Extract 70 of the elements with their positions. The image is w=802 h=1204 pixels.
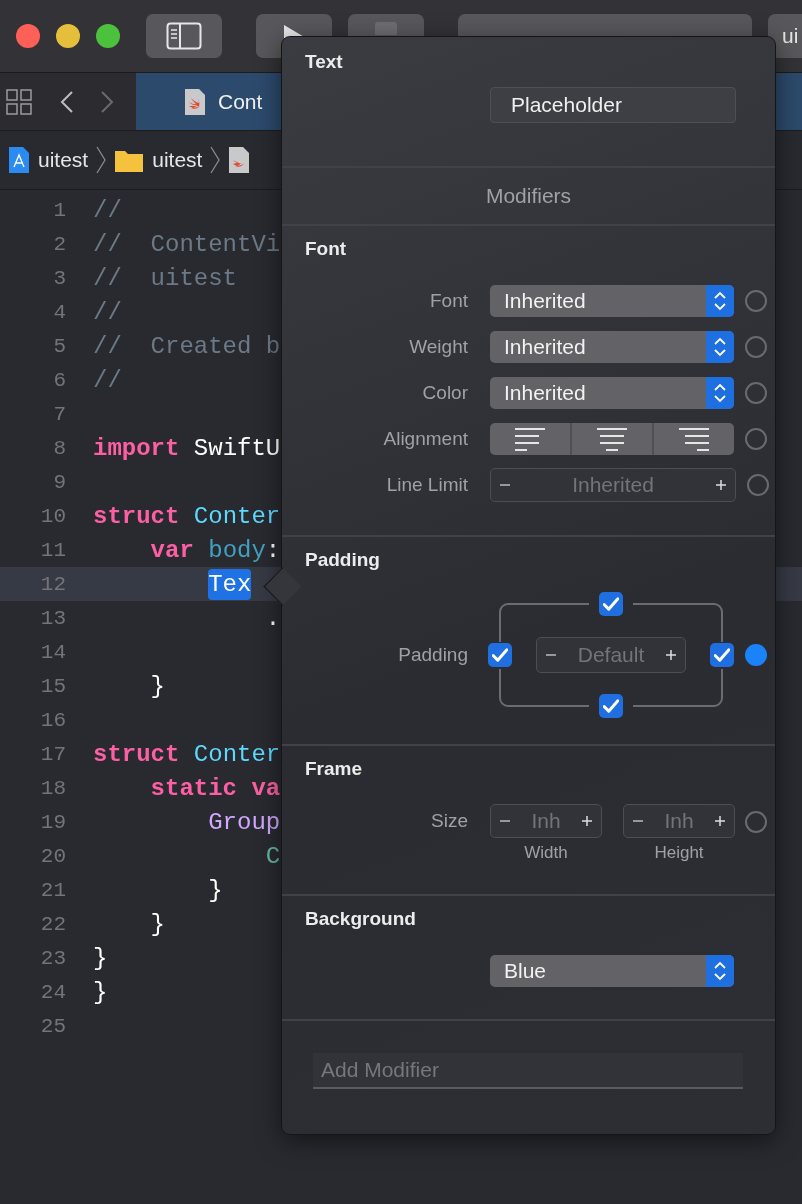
field-label: Font [429,290,468,311]
field-label: Size [431,810,468,831]
line-number: 5 [52,334,66,358]
code-keyword: va [251,774,281,802]
line-number: 24 [39,980,66,1004]
code-keyword: struct [93,502,180,530]
line-number: 25 [39,1014,66,1038]
line-number: 3 [52,266,66,290]
line-number: 15 [39,674,66,698]
code-type-name: Conter [193,740,281,768]
code-text: } [208,876,223,904]
line-number: 19 [39,810,66,834]
code-text: SwiftU [193,434,281,462]
code-comment: // [93,298,122,326]
line-number: 10 [39,504,66,528]
stepper-value: Inherited [571,473,655,497]
line-number: 7 [52,402,66,426]
code-comment: // ContentVi [93,230,281,258]
code-keyword: import [93,434,180,462]
line-number: 22 [39,912,66,936]
code-comment: // [93,366,122,394]
code-keyword: struct [93,740,180,768]
line-number: 9 [52,470,66,494]
code-comment: // Created b [93,332,281,360]
stepper-value: Inh [663,809,695,833]
field-caption: Width [524,843,568,863]
field-label: Alignment [383,428,468,449]
code-text: } [150,910,165,938]
line-number: 21 [39,878,66,902]
line-number: 12 [39,572,66,596]
field-label: Line Limit [386,474,468,495]
field-label: Color [422,382,468,403]
line-number: 8 [52,436,66,460]
line-number: 14 [39,640,66,664]
line-number: 20 [39,844,66,868]
code-text: : [265,536,281,564]
stepper-value: Inh [530,809,562,833]
code-property: body [208,536,266,564]
section-heading: Text [304,51,344,74]
line-number: 16 [39,708,66,732]
code-comment: // uitest [93,264,238,292]
code-type-name: Group [208,808,281,836]
code-comment: // [93,196,122,224]
code-keyword: static [150,774,238,802]
section-heading: Padding [304,549,381,572]
line-number: 6 [52,368,66,392]
code-type-name: Conter [193,502,281,530]
line-number: 4 [52,300,66,324]
line-number: 1 [52,198,66,222]
field-label: Weight [409,336,468,357]
code-keyword: var [150,536,194,564]
line-number: 17 [39,742,66,766]
code-text: } [93,978,108,1006]
code-text: } [93,944,108,972]
line-number: 23 [39,946,66,970]
section-heading: Frame [304,758,364,781]
section-heading: Modifiers [485,184,572,208]
field-label: Padding [398,644,468,665]
section-heading: Background [304,908,417,931]
section-heading: Font [304,238,348,261]
line-number: 11 [39,538,66,562]
field-caption: Height [654,843,704,863]
code-text: } [150,672,165,700]
code-member: C [265,842,281,870]
code-text: . [265,604,281,632]
stepper-value: Default [576,643,646,667]
selected-code-text: Tex [208,568,252,600]
line-number: 13 [39,606,66,630]
line-number: 2 [52,232,66,256]
line-number: 18 [39,776,66,800]
